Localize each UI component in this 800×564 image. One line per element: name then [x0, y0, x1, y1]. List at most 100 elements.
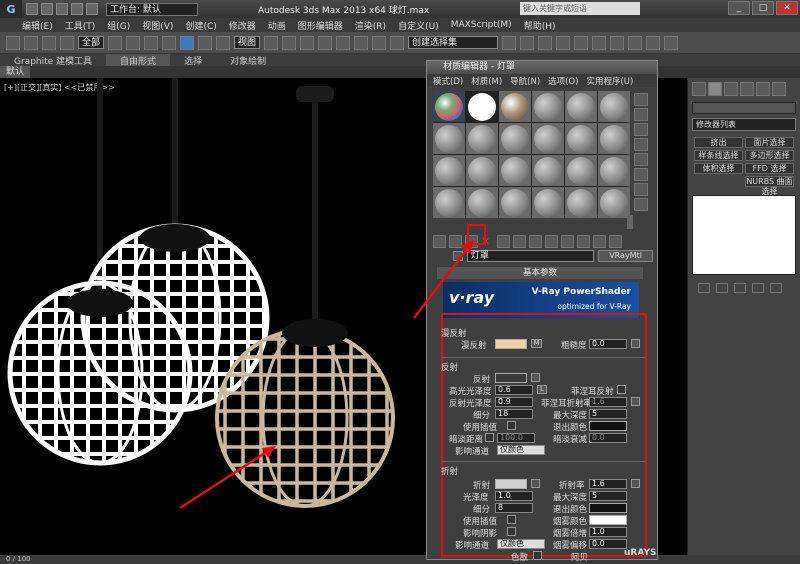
refr-max-depth-spinner[interactable]: 5: [589, 491, 627, 501]
tab-object-paint[interactable]: 对象绘制: [216, 54, 280, 67]
refract-color-swatch[interactable]: [495, 479, 527, 489]
sample-slot[interactable]: [466, 155, 498, 186]
sample-slot[interactable]: [532, 91, 564, 122]
mirror-icon[interactable]: [502, 35, 517, 50]
spinner-snap-icon[interactable]: [372, 35, 387, 50]
keyboard-shortcut-icon[interactable]: [300, 35, 315, 50]
ref-coord-dropdown[interactable]: 视图: [234, 36, 261, 49]
sample-slot[interactable]: [565, 155, 597, 186]
sample-slot[interactable]: [598, 187, 630, 218]
pivot-center-icon[interactable]: [264, 35, 279, 50]
fog-bias-spinner[interactable]: 0.0: [589, 539, 627, 549]
sample-slot[interactable]: [598, 123, 630, 154]
select-move-icon[interactable]: [180, 35, 195, 50]
material-type-button[interactable]: VRayMtl: [598, 249, 653, 262]
options-icon[interactable]: [634, 183, 648, 196]
sample-slot[interactable]: [466, 123, 498, 154]
basic-params-rollout[interactable]: 基本参数: [437, 267, 643, 279]
dim-falloff-spinner[interactable]: 0.0: [589, 433, 627, 443]
sample-uv-tiling-icon[interactable]: [634, 138, 648, 151]
show-end-result-material-icon[interactable]: [577, 234, 590, 248]
sample-slot[interactable]: [499, 187, 531, 218]
me-menu-utilities[interactable]: 实用程序(U): [586, 75, 633, 87]
render-setup-icon[interactable]: [628, 35, 643, 50]
fog-color-swatch[interactable]: [589, 515, 627, 525]
dim-dist-checkbox[interactable]: [485, 433, 494, 442]
refl-interp-checkbox[interactable]: [507, 421, 516, 430]
pick-material-icon[interactable]: [453, 250, 463, 261]
pin-stack-icon[interactable]: [698, 283, 710, 293]
redo-icon[interactable]: [86, 3, 98, 15]
show-end-result-icon[interactable]: [716, 283, 728, 293]
diffuse-map-button[interactable]: M: [531, 339, 542, 348]
configure-sets-icon[interactable]: [770, 283, 782, 293]
sample-slot[interactable]: [433, 91, 465, 122]
reflect-color-swatch[interactable]: [495, 373, 527, 383]
put-to-library-icon[interactable]: [529, 234, 542, 248]
background-icon[interactable]: [634, 123, 648, 136]
make-unique-material-icon[interactable]: [513, 234, 526, 248]
modify-tab-icon[interactable]: [708, 82, 722, 96]
link-icon[interactable]: [42, 35, 56, 50]
snap-icon[interactable]: [318, 35, 333, 50]
tab-default[interactable]: 默认: [0, 66, 31, 78]
show-map-icon[interactable]: [561, 234, 574, 248]
fresnel-ior-map-button[interactable]: [631, 397, 640, 406]
select-scale-icon[interactable]: [216, 35, 231, 50]
motion-tab-icon[interactable]: [740, 82, 754, 96]
me-menu-modes[interactable]: 模式(D): [433, 75, 463, 87]
remove-modifier-icon[interactable]: [752, 283, 764, 293]
material-editor-icon[interactable]: [610, 35, 625, 50]
sample-slot[interactable]: [532, 155, 564, 186]
maximize-button[interactable]: □: [752, 1, 774, 15]
refl-max-depth-spinner[interactable]: 5: [589, 409, 627, 419]
refl-subdivs-spinner[interactable]: 18: [495, 409, 533, 419]
refl-exit-color-swatch[interactable]: [589, 421, 627, 431]
me-menu-options[interactable]: 选项(O): [548, 75, 578, 87]
menu-group[interactable]: 组(G): [107, 19, 130, 32]
me-menu-material[interactable]: 材质(M): [471, 75, 502, 87]
go-to-parent-icon[interactable]: [593, 234, 606, 248]
modifier-list-dropdown[interactable]: 修改器列表: [692, 118, 796, 131]
modifier-spline-select-button[interactable]: 样条线选择: [694, 150, 743, 161]
video-color-check-icon[interactable]: [634, 153, 648, 166]
window-crossing-icon[interactable]: [162, 35, 177, 50]
workspace-dropdown[interactable]: 工作台: 默认: [106, 2, 198, 16]
sample-slot[interactable]: [499, 155, 531, 186]
modifier-stack[interactable]: [692, 195, 796, 275]
backlight-icon[interactable]: [634, 108, 648, 121]
tab-freeform[interactable]: 自由形式: [106, 53, 171, 67]
refr-affect-channels-dropdown[interactable]: 仅颜色: [497, 539, 545, 549]
dim-dist-spinner[interactable]: 100.0: [497, 433, 535, 443]
fog-mult-spinner[interactable]: 1.0: [589, 527, 627, 537]
graphite-toggle-icon[interactable]: [556, 35, 571, 50]
sample-slot[interactable]: [433, 187, 465, 218]
layer-manager-icon[interactable]: [538, 35, 553, 50]
sample-slot[interactable]: [433, 123, 465, 154]
ior-spinner[interactable]: 1.6: [589, 479, 627, 489]
render-frame-icon[interactable]: [646, 35, 661, 50]
refr-interp-checkbox[interactable]: [507, 515, 516, 524]
sample-type-icon[interactable]: [634, 93, 648, 106]
sample-slot[interactable]: [598, 155, 630, 186]
sample-slot[interactable]: [565, 187, 597, 218]
menu-tools[interactable]: 工具(T): [65, 19, 96, 32]
copy-material-icon[interactable]: [497, 234, 510, 248]
modifier-patch-select-button[interactable]: 面片选择: [745, 137, 794, 148]
refl-affect-channels-dropdown[interactable]: 仅颜色: [497, 445, 545, 455]
create-tab-icon[interactable]: [692, 82, 706, 96]
go-forward-sibling-icon[interactable]: [609, 234, 622, 248]
sample-slot[interactable]: [499, 123, 531, 154]
undo-tool-icon[interactable]: [6, 35, 20, 50]
fresnel-checkbox[interactable]: [617, 385, 626, 394]
edit-named-sel-icon[interactable]: [390, 35, 405, 50]
select-rotate-icon[interactable]: [198, 35, 213, 50]
hierarchy-tab-icon[interactable]: [724, 82, 738, 96]
menu-animation[interactable]: 动画: [268, 19, 286, 32]
modifier-extrude-button[interactable]: 挤出: [694, 137, 743, 148]
menu-help[interactable]: 帮助(H): [524, 19, 556, 32]
hilight-lock-button[interactable]: L: [537, 385, 547, 394]
angle-snap-icon[interactable]: [336, 35, 351, 50]
refr-subdivs-spinner[interactable]: 8: [495, 503, 533, 513]
sample-slot[interactable]: [499, 91, 531, 122]
